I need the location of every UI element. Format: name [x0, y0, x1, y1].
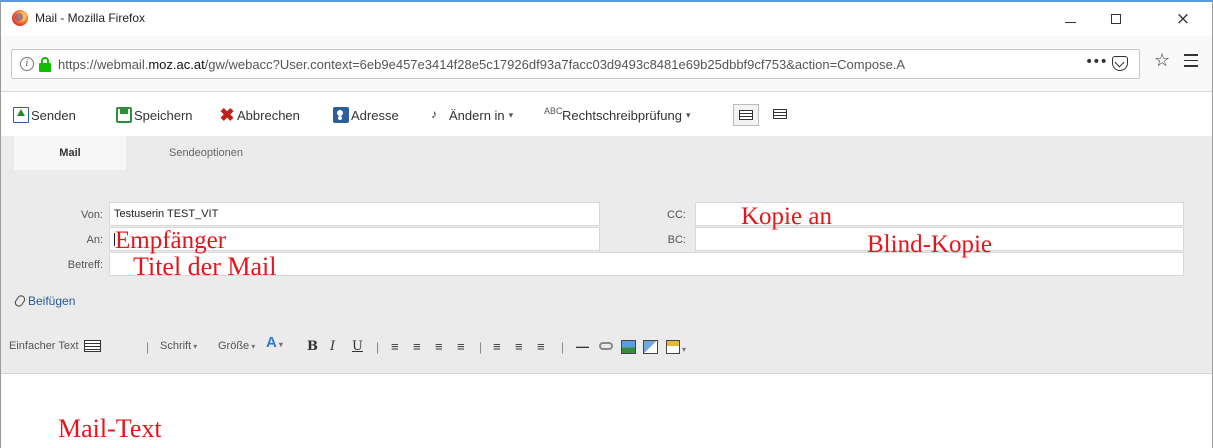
message-body-editor[interactable]	[1, 375, 1212, 448]
save-button[interactable]: Speichern	[116, 106, 193, 124]
change-to-dropdown[interactable]: ♪ Ändern in ▾	[431, 106, 513, 124]
outdent-icon[interactable]: ≡	[435, 340, 443, 354]
minimize-icon	[1064, 21, 1076, 23]
close-icon: ×	[1175, 8, 1191, 29]
change-icon: ♪	[431, 107, 437, 121]
align-left-icon[interactable]: ≡	[493, 340, 501, 354]
title-bar: Mail - Mozilla Firefox ×	[1, 2, 1212, 36]
window-title: Mail - Mozilla Firefox	[35, 11, 146, 25]
maximize-button[interactable]	[1096, 6, 1136, 32]
pocket-icon[interactable]	[1112, 56, 1128, 71]
annotation-to: Empfänger	[115, 227, 227, 254]
chevron-down-icon: ▾	[685, 109, 691, 120]
address-book-icon	[333, 107, 349, 123]
to-label: An:	[86, 234, 103, 246]
browser-window: Mail - Mozilla Firefox × i https://webma…	[0, 0, 1213, 448]
address-button[interactable]: Adresse	[333, 106, 399, 124]
tabs-bar: Mail Sendeoptionen	[1, 136, 1212, 170]
format-toolbar: Einfacher Text | Schrift ▾ Größe ▾ A ▾ B I …	[1, 320, 1212, 374]
compose-toolbar: Senden Speichern ✖ Abbrechen Adresse ♪ Ä…	[1, 92, 1212, 136]
bc-label: BC:	[667, 234, 686, 246]
size-dropdown[interactable]: Größe ▾	[218, 340, 255, 352]
info-icon[interactable]: i	[20, 57, 34, 71]
attach-button[interactable]: Beifügen	[13, 293, 75, 309]
tab-send-options[interactable]: Sendeoptionen	[126, 136, 286, 170]
url-domain: moz.ac.at	[148, 57, 205, 72]
horizontal-rule-icon[interactable]: —	[576, 340, 589, 354]
cc-label: CC:	[667, 209, 686, 221]
plain-text-icon	[83, 340, 101, 352]
annotation-cc: Kopie an	[741, 203, 832, 230]
from-label: Von:	[80, 209, 103, 221]
separator: |	[561, 340, 565, 354]
firefox-icon	[12, 10, 28, 26]
lock-icon[interactable]	[39, 57, 51, 72]
send-button[interactable]: Senden	[13, 106, 76, 124]
bullet-list-icon[interactable]: ≡	[413, 340, 421, 354]
save-icon	[116, 107, 132, 123]
annotation-bc: Blind-Kopie	[867, 231, 992, 258]
url-bar[interactable]: i https://webmail.moz.ac.at/gw/webacc?Us…	[11, 49, 1140, 79]
page-actions-icon[interactable]: •••	[1085, 54, 1108, 70]
italic-button[interactable]: I	[330, 340, 335, 354]
separator: |	[479, 340, 483, 354]
numbered-list-icon[interactable]: ≡	[391, 340, 399, 354]
chevron-down-icon: ▾	[193, 341, 198, 351]
layout-icon	[739, 110, 753, 120]
cancel-icon: ✖	[219, 105, 235, 125]
navigation-bar: i https://webmail.moz.ac.at/gw/webacc?Us…	[1, 36, 1212, 92]
cancel-button[interactable]: ✖ Abbrechen	[219, 105, 299, 125]
separator: |	[146, 340, 150, 354]
align-center-icon[interactable]: ≡	[515, 340, 523, 354]
url-text[interactable]: https://webmail.moz.ac.at/gw/webacc?User…	[58, 57, 1068, 72]
close-button[interactable]: ×	[1163, 6, 1203, 32]
spellcheck-dropdown[interactable]: ABC Rechtschreibprüfung ▾	[544, 106, 691, 124]
annotation-body: Mail-Text	[58, 414, 162, 443]
view-layout-button-1[interactable]	[733, 104, 759, 126]
view-layout-button-2[interactable]	[769, 104, 791, 126]
paperclip-icon	[13, 293, 27, 309]
from-field[interactable]: Testuserin TEST_VIT	[109, 202, 600, 226]
tab-mail[interactable]: Mail	[14, 136, 126, 170]
insert-object-icon[interactable]	[643, 340, 658, 354]
subject-label: Betreff:	[67, 259, 103, 271]
chevron-down-icon: ▾	[251, 341, 256, 351]
bookmark-star-icon[interactable]: ☆	[1154, 52, 1170, 70]
chevron-down-icon[interactable]: ▾	[682, 343, 686, 357]
align-right-icon[interactable]: ≡	[537, 340, 545, 354]
spellcheck-icon: ABC	[544, 106, 563, 116]
font-dropdown[interactable]: Schrift ▾	[160, 340, 197, 352]
chevron-down-icon: ▾	[508, 109, 514, 120]
minimize-button[interactable]	[1050, 6, 1090, 32]
plain-text-toggle[interactable]: Einfacher Text	[9, 340, 101, 352]
underline-button[interactable]: U	[352, 340, 363, 354]
annotation-subject: Titel der Mail	[133, 252, 277, 281]
image-icon[interactable]	[621, 340, 636, 354]
hamburger-menu-icon[interactable]	[1184, 54, 1198, 71]
table-icon[interactable]	[666, 340, 680, 354]
separator: |	[376, 340, 380, 354]
link-icon[interactable]	[599, 342, 613, 350]
send-icon	[13, 107, 29, 123]
indent-icon[interactable]: ≡	[457, 340, 465, 354]
layout-icon	[773, 109, 787, 119]
maximize-icon	[1111, 14, 1121, 24]
bold-button[interactable]: B	[307, 340, 318, 354]
text-color-icon[interactable]: A ▾	[266, 335, 283, 352]
